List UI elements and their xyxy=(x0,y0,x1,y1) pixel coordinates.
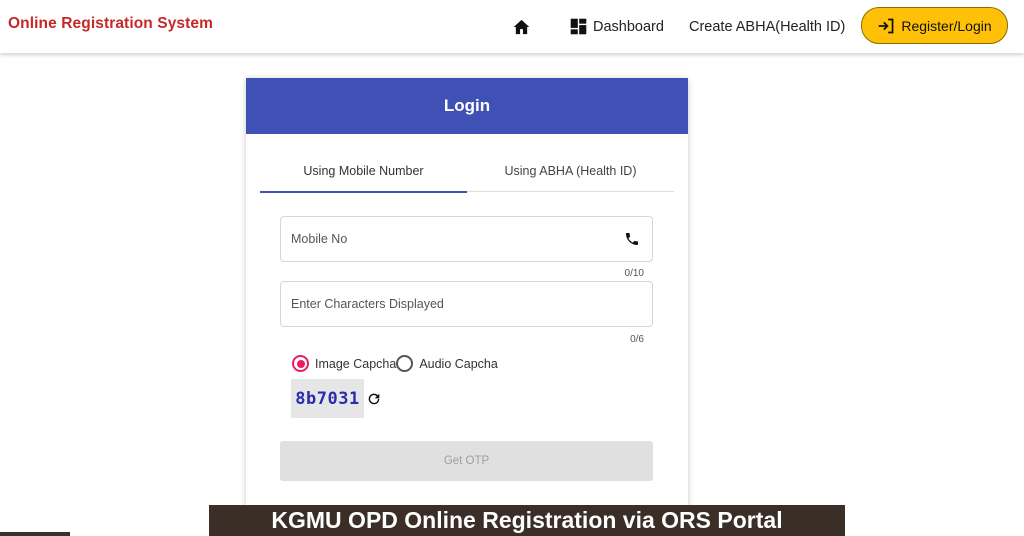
get-otp-button[interactable]: Get OTP xyxy=(280,441,653,481)
corner-bar xyxy=(0,532,70,536)
captcha-field[interactable] xyxy=(280,281,653,327)
nav-dashboard[interactable]: Dashboard xyxy=(570,0,664,53)
brand-title[interactable]: Online Registration System xyxy=(8,15,213,33)
radio-image-captcha[interactable]: Image Capcha xyxy=(292,355,396,372)
image-captcha-label: Image Capcha xyxy=(315,356,397,371)
login-tabs: Using Mobile Number Using ABHA (Health I… xyxy=(260,150,674,193)
radio-selected-icon[interactable] xyxy=(292,355,309,372)
login-icon xyxy=(879,18,894,33)
captcha-char-counter: 0/6 xyxy=(630,334,644,345)
nav-home[interactable] xyxy=(510,0,532,53)
captcha-input[interactable] xyxy=(291,297,611,311)
register-login-button[interactable]: Register/Login xyxy=(861,7,1008,44)
refresh-icon[interactable] xyxy=(366,391,382,407)
tab-abha-health-id[interactable]: Using ABHA (Health ID) xyxy=(467,150,674,192)
title-banner: KGMU OPD Online Registration via ORS Por… xyxy=(209,505,845,536)
captcha-type-group: Image Capcha Audio Capcha xyxy=(292,355,498,372)
captcha-image: 8b7031 xyxy=(291,379,364,418)
mobile-input[interactable] xyxy=(291,232,611,246)
top-navbar: Online Registration System Dashboard Cre… xyxy=(0,0,1024,53)
nav-create-abha[interactable]: Create ABHA(Health ID) xyxy=(689,0,845,53)
radio-audio-captcha[interactable]: Audio Capcha xyxy=(396,355,498,372)
home-icon xyxy=(513,19,529,34)
login-card: Login Using Mobile Number Using ABHA (He… xyxy=(246,78,688,518)
phone-icon xyxy=(626,233,638,245)
mobile-field[interactable] xyxy=(280,216,653,262)
dashboard-label: Dashboard xyxy=(593,18,664,35)
create-abha-label: Create ABHA(Health ID) xyxy=(689,18,846,35)
radio-unselected-icon[interactable] xyxy=(396,355,414,372)
audio-captcha-label: Audio Capcha xyxy=(419,356,498,371)
mobile-char-counter: 0/10 xyxy=(624,268,644,279)
register-login-label: Register/Login xyxy=(901,17,992,34)
tab-mobile-number[interactable]: Using Mobile Number xyxy=(260,150,467,193)
login-title: Login xyxy=(246,78,688,134)
dashboard-icon xyxy=(570,18,587,35)
